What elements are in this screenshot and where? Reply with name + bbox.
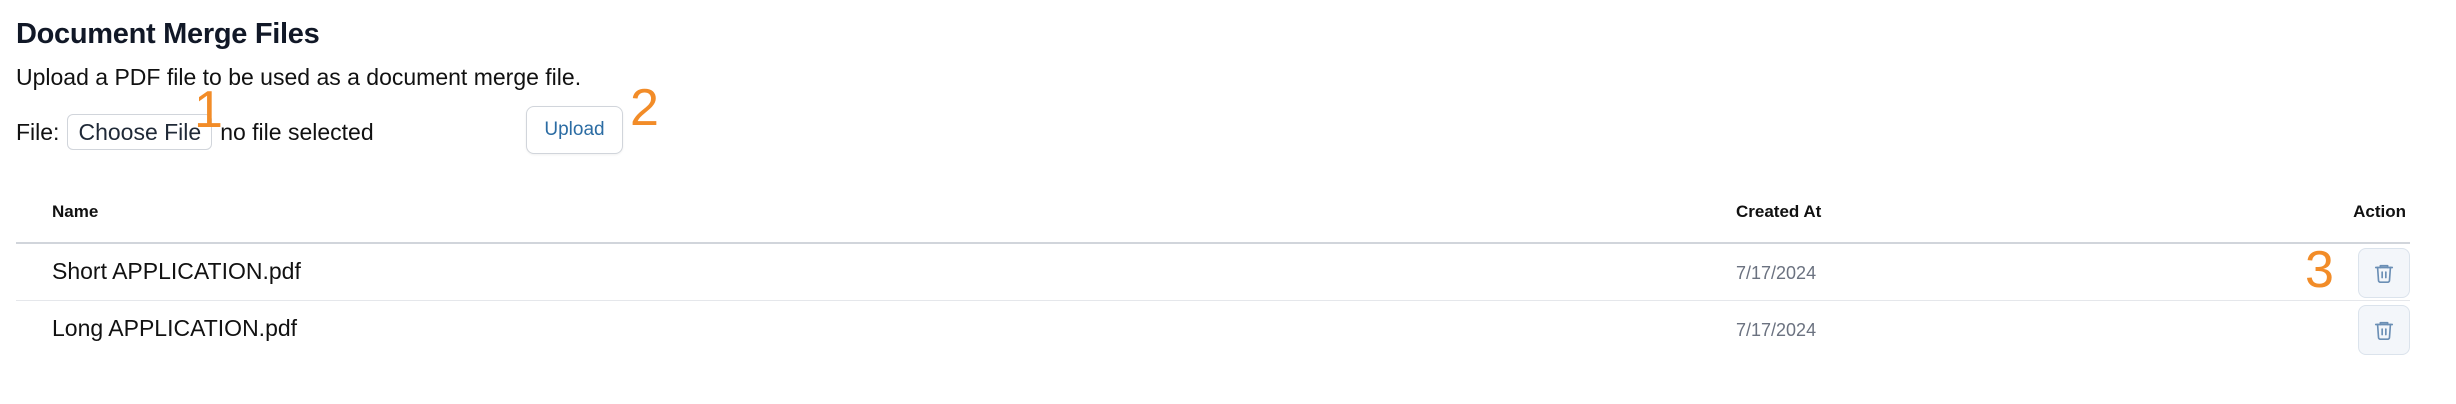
table-row: Short APPLICATION.pdf 7/17/2024	[16, 244, 2410, 301]
file-status: no file selected	[220, 118, 374, 145]
table-row: Long APPLICATION.pdf 7/17/2024	[16, 301, 2410, 358]
delete-button[interactable]	[2358, 305, 2410, 355]
trash-icon	[2374, 321, 2394, 340]
created-at: 7/17/2024	[1736, 320, 1817, 340]
page-description: Upload a PDF file to be used as a docume…	[16, 64, 582, 90]
file-label: File:	[16, 118, 60, 145]
annotation-marker-1: 1	[194, 81, 223, 139]
page-title: Document Merge Files	[16, 18, 320, 50]
upload-button[interactable]: Upload	[526, 106, 623, 154]
column-header-created-at: Created At	[1736, 202, 1822, 221]
table-header: Name Created At Action	[16, 186, 2410, 244]
files-table: Name Created At Action Short APPLICATION…	[16, 186, 2410, 358]
column-header-name: Name	[52, 202, 99, 221]
trash-icon	[2374, 264, 2394, 283]
delete-button[interactable]	[2358, 248, 2410, 298]
created-at: 7/17/2024	[1736, 263, 1817, 283]
file-name: Short APPLICATION.pdf	[52, 258, 301, 284]
file-name: Long APPLICATION.pdf	[52, 315, 298, 341]
column-header-action: Action	[2353, 202, 2406, 221]
annotation-marker-2: 2	[630, 79, 659, 137]
choose-file-button[interactable]: Choose File	[67, 114, 213, 150]
